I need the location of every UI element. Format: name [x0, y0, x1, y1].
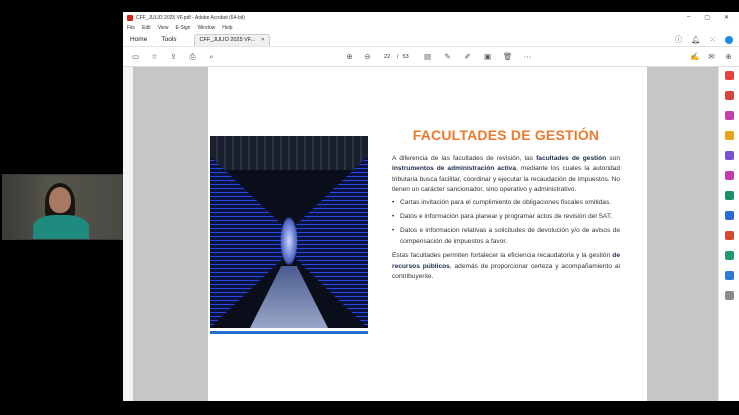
- upload-icon[interactable]: ⇪: [169, 52, 178, 61]
- closing-text-1: Estas facultades permiten fortalecer la …: [392, 252, 613, 260]
- page-indicator: 22 / 53: [381, 54, 409, 60]
- scan-ocr-icon[interactable]: [725, 191, 734, 200]
- comment-icon[interactable]: ▤: [423, 52, 432, 61]
- participant-face: [49, 187, 71, 213]
- page-navigation: ⊕ ⊖ 22 / 53: [345, 52, 409, 61]
- save-icon[interactable]: ▭: [131, 52, 140, 61]
- highlight-icon[interactable]: ✐: [463, 52, 472, 61]
- menu-file[interactable]: File: [127, 25, 135, 31]
- left-panel-strip[interactable]: [123, 67, 133, 401]
- closing-paragraph: Estas facultades permiten fortalecer la …: [392, 251, 620, 282]
- help-icon[interactable]: ⓘ: [674, 35, 683, 44]
- page-heading: FACULTADES DE GESTIÓN: [412, 127, 600, 143]
- video-call-panel: [0, 0, 123, 415]
- create-pdf-icon[interactable]: [725, 91, 734, 100]
- protect-icon[interactable]: [725, 211, 734, 220]
- maximize-button[interactable]: ▢: [704, 14, 710, 21]
- list-item: • Cartas invitación para el cumplimiento …: [392, 198, 620, 208]
- participant-body: [33, 215, 89, 239]
- menu-view[interactable]: View: [158, 25, 169, 31]
- menu-bar: File Edit View E-Sign Window Help: [123, 23, 739, 33]
- image-glow: [280, 216, 298, 266]
- apps-grid-icon[interactable]: ⁙: [708, 35, 717, 44]
- acrobat-window: CFF_JULIO 2025 VF.pdf - Adobe Acrobat (6…: [123, 12, 739, 401]
- window-controls: – ▢ ✕: [687, 14, 739, 21]
- list-item: • Datos e información para planear y prog…: [392, 212, 620, 222]
- zoom-icon[interactable]: ⊕: [724, 52, 733, 61]
- intro-bold-2: instrumentos de administración activa: [392, 165, 517, 173]
- toolbar-right: ✍ ✉ ⊕: [690, 52, 733, 61]
- tab-home[interactable]: Home: [123, 36, 154, 43]
- intro-text-1: A diferencia de las facultades de revisi…: [392, 155, 537, 162]
- image-accent-bar: [210, 331, 368, 334]
- tab-document[interactable]: CFF_JULIO 2025 VF... ×: [193, 33, 271, 46]
- tab-tools[interactable]: Tools: [154, 36, 183, 43]
- tab-bar: Home Tools CFF_JULIO 2025 VF... × ⓘ 🔔︎ ⁙: [123, 33, 739, 47]
- main-toolbar: ▭ ☆ ⇪ ⎙ ⌕ ⊕ ⊖ 22 / 53 ▤ ✎ ✐ ▣ 🗑︎ ⋯ ✍ ✉ ⊕: [123, 47, 739, 67]
- participant-video-tile[interactable]: [2, 174, 123, 240]
- compress-icon[interactable]: [725, 271, 734, 280]
- list-item-text: Datos e información relativas a solicitu…: [400, 227, 620, 245]
- document-tab-label: CFF_JULIO 2025 VF...: [199, 37, 256, 43]
- bullet: •: [392, 227, 395, 235]
- delete-icon[interactable]: 🗑︎: [503, 52, 513, 61]
- intro-bold-1: facultades de gestión: [536, 155, 607, 162]
- image-ceiling: [210, 136, 368, 170]
- menu-esign[interactable]: E-Sign: [175, 25, 190, 31]
- redact-icon[interactable]: [725, 251, 734, 260]
- list-item-text: Datos e información para planear y progr…: [400, 213, 613, 221]
- edit-pdf-icon[interactable]: [725, 111, 734, 120]
- avatar[interactable]: [725, 35, 733, 44]
- page-separator: /: [397, 53, 399, 60]
- email-icon[interactable]: ✉: [707, 52, 716, 61]
- document-viewport[interactable]: FACULTADES DE GESTIÓN A diferencia de la…: [133, 67, 718, 401]
- list-item-text: Cartas invitación para el cumplimiento d…: [400, 198, 612, 206]
- comment-tool-icon[interactable]: [725, 131, 734, 140]
- bell-icon[interactable]: 🔔︎: [691, 35, 701, 44]
- menu-edit[interactable]: Edit: [142, 25, 151, 31]
- export-pdf-icon[interactable]: [725, 71, 734, 80]
- sign-icon[interactable]: ✍: [690, 52, 699, 61]
- previous-page-icon[interactable]: ⊕: [345, 52, 354, 61]
- tools-rail: [718, 67, 739, 401]
- screen: ▸ CFF_JULIO 2025 VF.pdf - Adobe Acrobat …: [0, 0, 739, 415]
- window-title: CFF_JULIO 2025 VF.pdf - Adobe Acrobat (6…: [136, 14, 245, 21]
- facultades-list: • Cartas invitación para el cumplimiento …: [392, 198, 620, 248]
- list-item: • Datos e información relativas a solicit…: [392, 226, 620, 247]
- pdf-page: FACULTADES DE GESTIÓN A diferencia de la…: [208, 67, 647, 401]
- combine-files-icon[interactable]: [725, 151, 734, 160]
- menu-help[interactable]: Help: [222, 25, 232, 31]
- account-icons: ⓘ 🔔︎ ⁙: [674, 35, 739, 44]
- acrobat-logo-icon: [127, 14, 133, 21]
- pen-icon[interactable]: ✎: [443, 52, 452, 61]
- organize-pages-icon[interactable]: [725, 171, 734, 180]
- intro-paragraph: A diferencia de las facultades de revisi…: [392, 154, 620, 196]
- more-tools-icon[interactable]: ⋯: [523, 52, 532, 61]
- minimize-button[interactable]: –: [687, 14, 690, 21]
- total-pages: 53: [402, 53, 409, 60]
- search-icon[interactable]: ⌕: [207, 52, 216, 61]
- bullet: •: [392, 198, 395, 206]
- annotation-tools: ▤ ✎ ✐ ▣ 🗑︎ ⋯: [423, 52, 532, 61]
- data-center-image: [210, 136, 368, 328]
- page-body: A diferencia de las facultades de revisi…: [392, 154, 620, 283]
- fill-sign-icon[interactable]: [725, 231, 734, 240]
- close-window-button[interactable]: ✕: [724, 14, 729, 21]
- text-box-icon[interactable]: ▣: [483, 52, 492, 61]
- current-page-input[interactable]: 22: [381, 54, 393, 60]
- more-rail-tools-icon[interactable]: [725, 291, 734, 300]
- intro-text-2: son: [606, 155, 621, 162]
- menu-window[interactable]: Window: [197, 25, 215, 31]
- bullet: •: [392, 213, 395, 221]
- print-icon[interactable]: ⎙: [188, 52, 197, 61]
- title-bar: CFF_JULIO 2025 VF.pdf - Adobe Acrobat (6…: [123, 12, 739, 23]
- next-page-icon[interactable]: ⊖: [363, 52, 372, 61]
- toolbar-left: ▭ ☆ ⇪ ⎙ ⌕: [123, 52, 216, 61]
- close-tab-icon[interactable]: ×: [261, 37, 264, 43]
- star-icon[interactable]: ☆: [150, 52, 159, 61]
